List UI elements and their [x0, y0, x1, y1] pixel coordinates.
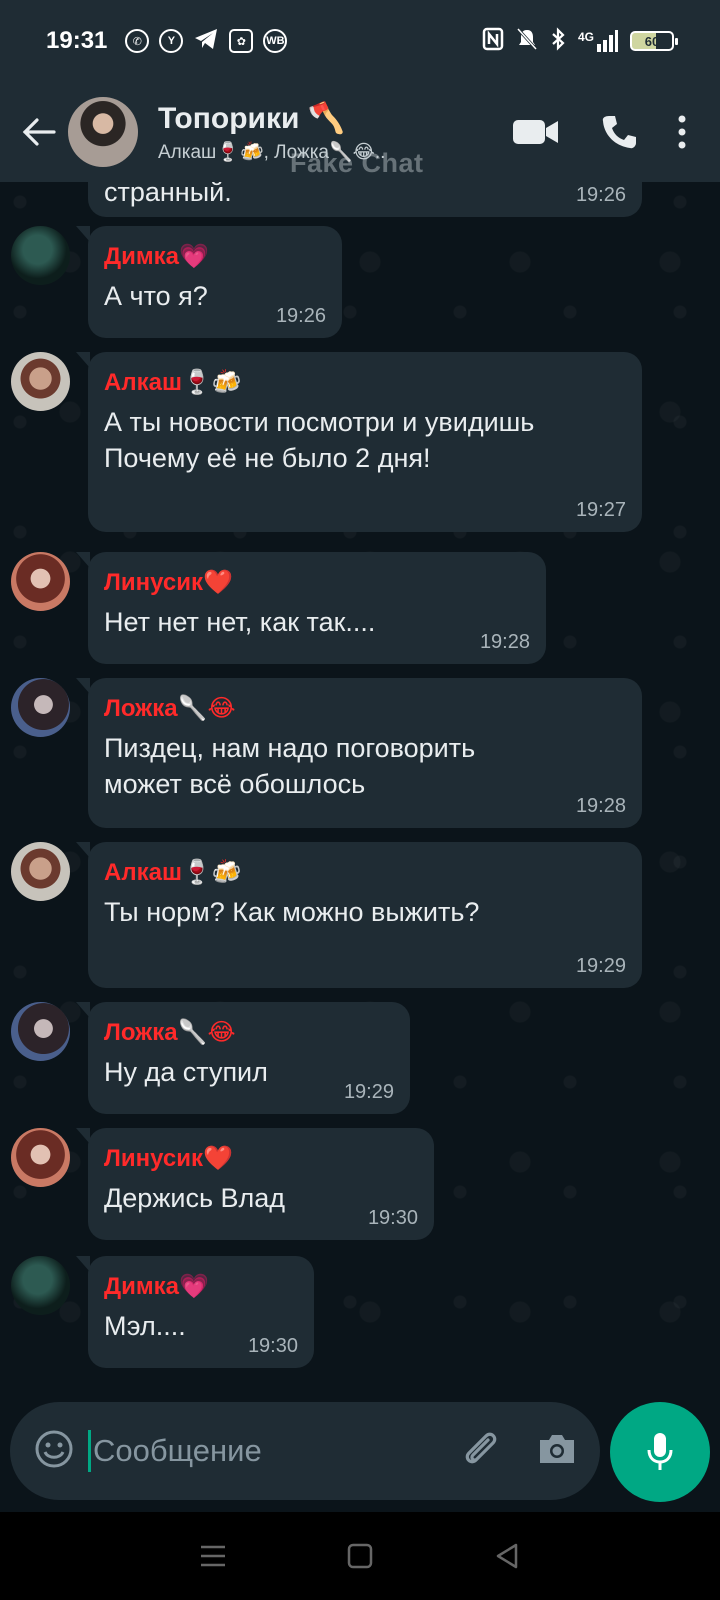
voice-call-icon[interactable]	[600, 113, 638, 151]
telegram-icon	[193, 27, 219, 56]
avatar[interactable]	[11, 842, 70, 901]
message-time: 19:29	[343, 1081, 394, 1103]
message-time: 19:30	[367, 1207, 418, 1229]
sender-name[interactable]: Алкаш🍷🍻	[104, 368, 624, 398]
sender-name[interactable]: Линусик❤️	[104, 1144, 416, 1174]
sender-name[interactable]: Димка💗	[104, 242, 324, 272]
group-avatar[interactable]	[68, 97, 138, 167]
notification-icons: ✆ Y ✿ WB	[125, 27, 288, 56]
message-input[interactable]: Сообщение	[88, 1430, 458, 1472]
more-options-icon[interactable]	[678, 115, 686, 149]
signal-icon: 4G	[578, 30, 618, 52]
recent-apps-icon[interactable]	[183, 1526, 243, 1586]
message-list[interactable]: странный. 19:26 Димка💗 А что я? 19:26 Ал…	[0, 182, 720, 1402]
message-bubble[interactable]: Линусик❤️ Держись Влад 19:30	[76, 1128, 434, 1240]
home-icon[interactable]	[330, 1526, 390, 1586]
message-composer: Сообщение	[10, 1402, 600, 1500]
message-bubble[interactable]: Линусик❤️ Нет нет нет, как так.... 19:28	[76, 552, 546, 664]
message-bubble[interactable]: Алкаш🍷🍻 Ты норм? Как можно выжить? 19:29	[76, 842, 642, 988]
gallery-icon: ✿	[229, 29, 254, 53]
microphone-button[interactable]	[610, 1402, 710, 1502]
message-time: 19:28	[575, 795, 626, 817]
back-button[interactable]	[10, 102, 68, 162]
sender-name[interactable]: Алкаш🍷🍻	[104, 858, 624, 888]
microphone-icon	[647, 1433, 673, 1470]
yandex-icon: Y	[159, 29, 184, 53]
sender-name[interactable]: Димка💗	[104, 1272, 296, 1302]
avatar[interactable]	[11, 352, 70, 411]
system-icons: 4G 60	[482, 26, 678, 56]
message-text: Нет нет нет, как так....	[104, 607, 376, 637]
wb-icon: WB	[263, 29, 288, 53]
nfc-icon	[482, 27, 504, 56]
message-time: 19:26	[575, 184, 626, 206]
battery-level: 60	[644, 33, 660, 49]
network-type: 4G	[577, 30, 594, 44]
message-bubble[interactable]: странный. 19:26	[88, 182, 642, 217]
message-bubble[interactable]: Ложка🥄😂 Пиздец, нам надо поговорить може…	[76, 678, 642, 828]
emoji-icon[interactable]	[34, 1429, 74, 1474]
status-bar: 19:31 ✆ Y ✿ WB 4G 60	[0, 0, 720, 82]
system-nav-bar	[0, 1512, 720, 1600]
avatar[interactable]	[11, 552, 70, 611]
header-actions	[512, 113, 686, 151]
message-time: 19:27	[575, 499, 626, 521]
message-text: Ты норм? Как можно выжить?	[104, 897, 480, 927]
message-time: 19:30	[247, 1335, 298, 1357]
chat-title: Топорики 🪓	[158, 101, 346, 135]
message-bubble[interactable]: Ложка🥄😂 Ну да ступил 19:29	[76, 1002, 410, 1114]
back-nav-icon[interactable]	[477, 1526, 537, 1586]
avatar[interactable]	[11, 1128, 70, 1187]
message-text: А ты новости посмотри и увидишь Почему е…	[104, 407, 535, 473]
bluetooth-icon	[550, 26, 566, 56]
message-text: странный.	[104, 182, 232, 207]
camera-icon[interactable]	[536, 1431, 578, 1472]
whatsapp-icon: ✆	[125, 29, 150, 53]
message-text: Пиздец, нам надо поговорить может всё об…	[104, 733, 476, 799]
avatar[interactable]	[11, 678, 70, 737]
message-bubble[interactable]: Алкаш🍷🍻 А ты новости посмотри и увидишь …	[76, 352, 642, 532]
watermark: Fake Chat	[290, 148, 424, 178]
message-bubble[interactable]: Димка💗 А что я? 19:26	[76, 226, 342, 338]
sender-name[interactable]: Ложка🥄😂	[104, 694, 624, 724]
mute-icon	[516, 27, 538, 56]
sender-name[interactable]: Линусик❤️	[104, 568, 528, 598]
avatar[interactable]	[11, 1256, 70, 1315]
avatar[interactable]	[11, 226, 70, 285]
status-time: 19:31	[46, 27, 108, 54]
message-time: 19:28	[479, 631, 530, 653]
sender-name[interactable]: Ложка🥄😂	[104, 1018, 392, 1048]
video-call-icon[interactable]	[512, 117, 560, 147]
battery-icon: 60	[630, 31, 678, 51]
message-bubble[interactable]: Димка💗 Мэл.... 19:30	[76, 1256, 314, 1368]
avatar[interactable]	[11, 1002, 70, 1061]
message-time: 19:26	[275, 305, 326, 327]
attach-icon[interactable]	[458, 1428, 500, 1475]
message-time: 19:29	[575, 955, 626, 977]
